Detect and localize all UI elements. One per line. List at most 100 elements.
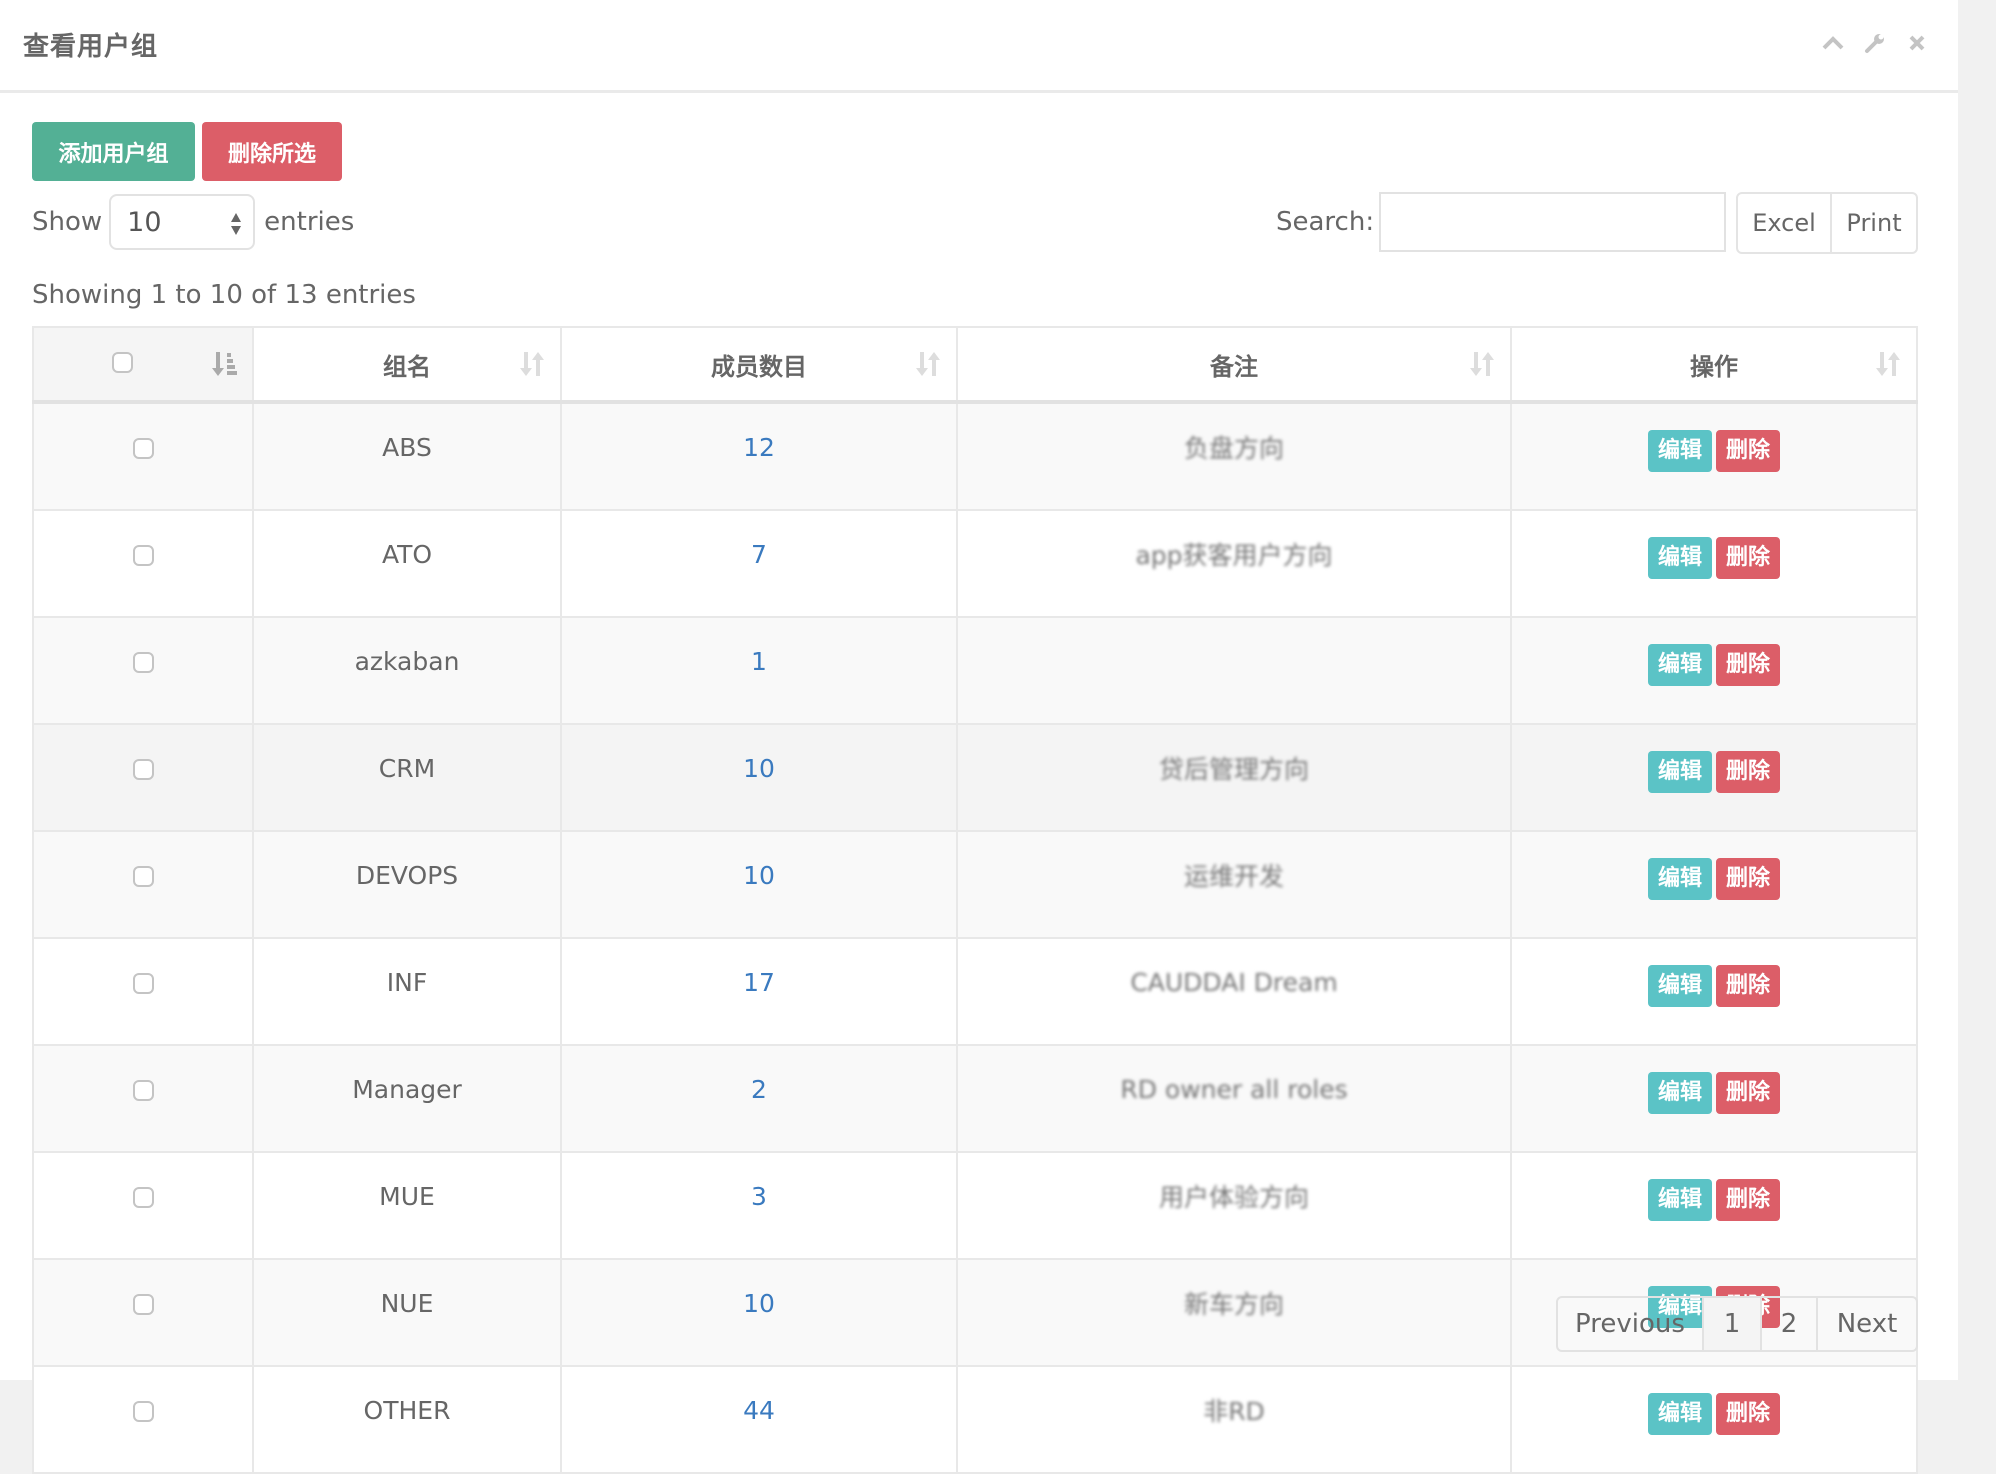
delete-button[interactable]: 删除 <box>1716 644 1781 686</box>
actions-cell: 编辑删除 <box>1510 1151 1918 1260</box>
row-select-cell <box>32 1365 254 1474</box>
delete-button[interactable]: 删除 <box>1716 430 1781 472</box>
actions-cell: 编辑删除 <box>1510 509 1918 618</box>
member-count[interactable]: 1 <box>560 616 958 725</box>
table-row[interactable]: ATO 7 app获客用户方向 编辑 删除 <box>32 509 1918 618</box>
page-length-select[interactable]: 10 <box>109 194 256 250</box>
close-icon[interactable] <box>1906 32 1928 54</box>
excel-button[interactable]: Excel <box>1738 194 1832 252</box>
delete-button[interactable]: 删除 <box>1716 1179 1781 1221</box>
row-checkbox[interactable] <box>132 438 154 459</box>
delete-button[interactable]: 删除 <box>1716 1393 1781 1435</box>
row-select-cell <box>32 723 254 832</box>
row-checkbox[interactable] <box>132 866 154 887</box>
group-name: DEVOPS <box>252 830 562 939</box>
edit-button[interactable]: 编辑 <box>1647 1179 1712 1221</box>
row-checkbox[interactable] <box>132 759 154 780</box>
table-row[interactable]: CRM 10 贷后管理方向 编辑 删除 <box>32 723 1918 832</box>
show-label: Show <box>32 207 103 237</box>
remark-cell: 用户体验方向 <box>956 1151 1512 1260</box>
group-name: azkaban <box>252 616 562 725</box>
search-control: Search: <box>1276 192 1374 252</box>
chevron-up-icon[interactable] <box>1822 32 1844 54</box>
member-count[interactable]: 7 <box>560 509 958 618</box>
edit-button[interactable]: 编辑 <box>1647 965 1712 1007</box>
column-header-name[interactable]: 组名 <box>252 326 562 404</box>
group-name: MUE <box>252 1151 562 1260</box>
edit-button[interactable]: 编辑 <box>1647 644 1712 686</box>
member-count[interactable]: 3 <box>560 1151 958 1260</box>
sort-both-icon <box>520 352 544 376</box>
column-header-remark[interactable]: 备注 <box>956 326 1512 404</box>
table-row[interactable]: DEVOPS 10 运维开发 编辑 删除 <box>32 830 1918 939</box>
group-name: CRM <box>252 723 562 832</box>
panel-header: 查看用户组 <box>0 0 1958 93</box>
delete-button[interactable]: 删除 <box>1716 751 1781 793</box>
column-header-actions[interactable]: 操作 <box>1510 326 1918 404</box>
table-row[interactable]: azkaban 1 编辑 删除 <box>32 616 1918 725</box>
row-checkbox[interactable] <box>132 652 154 673</box>
member-count[interactable]: 2 <box>560 1044 958 1153</box>
panel-title: 查看用户组 <box>23 32 159 62</box>
page-1-button[interactable]: 1 <box>1704 1298 1762 1350</box>
wrench-icon[interactable] <box>1864 32 1886 54</box>
row-select-cell <box>32 1044 254 1153</box>
member-count[interactable]: 44 <box>560 1365 958 1474</box>
row-select-cell <box>32 509 254 618</box>
remark-cell: 贷后管理方向 <box>956 723 1512 832</box>
group-name: ABS <box>252 401 562 511</box>
group-name: OTHER <box>252 1365 562 1474</box>
delete-button[interactable]: 删除 <box>1716 537 1781 579</box>
edit-button[interactable]: 编辑 <box>1647 537 1712 579</box>
actions-cell: 编辑删除 <box>1510 616 1918 725</box>
delete-button[interactable]: 删除 <box>1716 858 1781 900</box>
member-count[interactable]: 10 <box>560 1258 958 1367</box>
select-all-checkbox[interactable] <box>112 352 133 373</box>
page-2-button[interactable]: 2 <box>1762 1298 1818 1350</box>
column-header-members[interactable]: 成员数目 <box>560 326 958 404</box>
actions-cell: 编辑删除 <box>1510 1044 1918 1153</box>
edit-button[interactable]: 编辑 <box>1647 751 1712 793</box>
remark-text: 贷后管理方向 <box>1158 755 1309 784</box>
edit-button[interactable]: 编辑 <box>1647 1393 1712 1435</box>
member-count[interactable]: 12 <box>560 401 958 511</box>
row-select-cell <box>32 937 254 1046</box>
row-checkbox[interactable] <box>132 545 154 566</box>
table-header-row: 组名 成员数目 备注 操作 <box>32 326 1918 404</box>
row-checkbox[interactable] <box>132 1401 154 1422</box>
delete-selected-button[interactable]: 删除所选 <box>202 122 342 181</box>
edit-button[interactable]: 编辑 <box>1647 1072 1712 1114</box>
length-control: Show 10 entries <box>32 192 354 252</box>
search-input[interactable] <box>1379 192 1726 252</box>
edit-button[interactable]: 编辑 <box>1647 430 1712 472</box>
table-row[interactable]: MUE 3 用户体验方向 编辑 删除 <box>32 1151 1918 1260</box>
print-button[interactable]: Print <box>1832 194 1916 252</box>
row-select-cell <box>32 1151 254 1260</box>
row-checkbox[interactable] <box>132 973 154 994</box>
row-checkbox[interactable] <box>132 1187 154 1208</box>
row-select-cell <box>32 401 254 511</box>
actions-cell: 编辑删除 <box>1510 1365 1918 1474</box>
table-row[interactable]: OTHER 44 非RD 编辑 删除 <box>32 1365 1918 1474</box>
remark-text: 负盘方向 <box>1183 434 1284 463</box>
member-count[interactable]: 17 <box>560 937 958 1046</box>
table-row[interactable]: INF 17 CAUDDAI Dream 编辑 删除 <box>32 937 1918 1046</box>
delete-button[interactable]: 删除 <box>1716 1072 1781 1114</box>
row-checkbox[interactable] <box>132 1294 154 1315</box>
row-checkbox[interactable] <box>132 1080 154 1101</box>
next-page-button[interactable]: Next <box>1818 1298 1916 1350</box>
column-header-select[interactable] <box>32 326 254 404</box>
table-row[interactable]: ABS 12 负盘方向 编辑 删除 <box>32 401 1918 511</box>
remark-cell <box>956 616 1512 725</box>
delete-button[interactable]: 删除 <box>1716 965 1781 1007</box>
sort-both-icon <box>916 352 940 376</box>
table-row[interactable]: Manager 2 RD owner all roles 编辑 删除 <box>32 1044 1918 1153</box>
add-group-button[interactable]: 添加用户组 <box>32 122 195 181</box>
previous-page-button[interactable]: Previous <box>1558 1298 1704 1350</box>
member-count[interactable]: 10 <box>560 830 958 939</box>
edit-button[interactable]: 编辑 <box>1647 858 1712 900</box>
entries-label: entries <box>264 207 355 237</box>
right-gutter <box>1958 0 1996 1380</box>
member-count[interactable]: 10 <box>560 723 958 832</box>
actions-cell: 编辑删除 <box>1510 830 1918 939</box>
